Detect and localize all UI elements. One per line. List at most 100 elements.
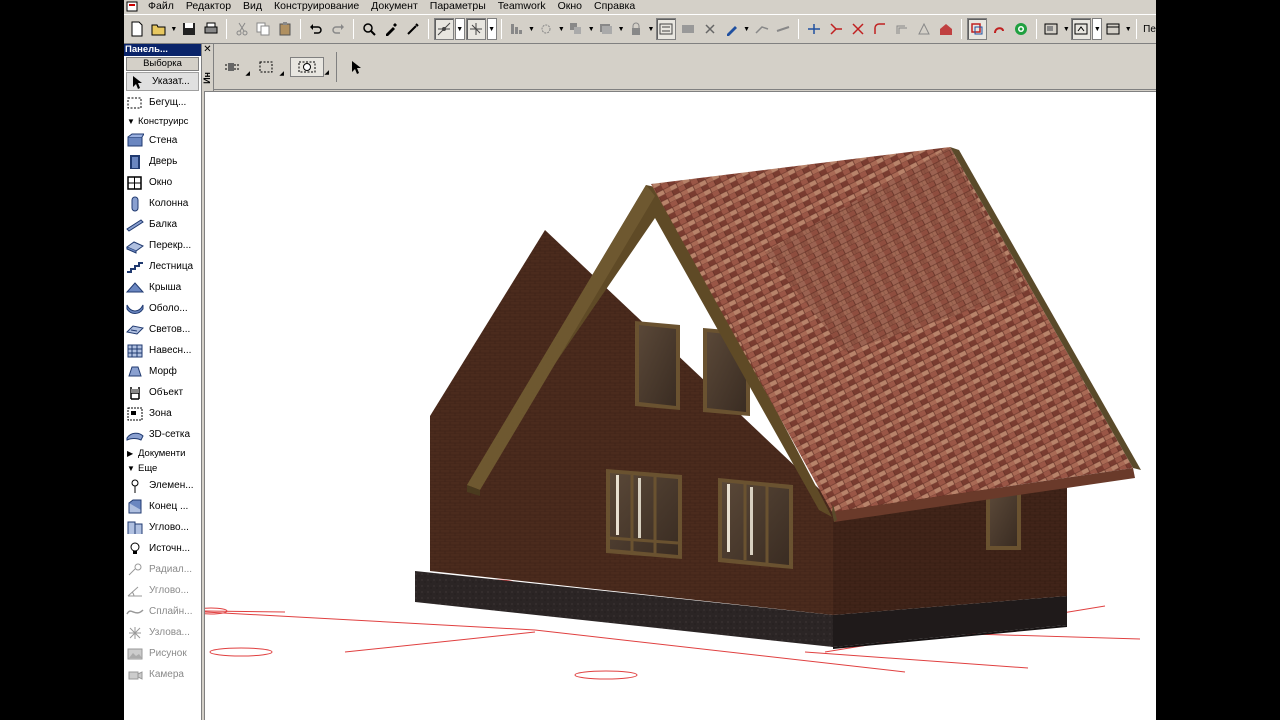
fillet-button[interactable] [870,18,890,40]
explode-button[interactable] [914,18,934,40]
3d-window-dropdown[interactable]: ▼ [1092,18,1103,40]
group-dropdown[interactable]: ▼ [617,18,625,40]
section-design[interactable]: ▼ Конструирс [124,113,201,130]
distribute-button[interactable] [537,18,557,40]
tool-curtain-wall[interactable]: Навесн... [124,340,201,361]
open-file-button[interactable] [149,18,169,40]
tool-radial-dimension[interactable]: Радиал... [124,559,201,580]
gravity-dropdown[interactable]: ▼ [454,18,465,40]
layout-dropdown[interactable]: ▼ [1124,18,1132,40]
tool-stair[interactable]: Лестница [124,256,201,277]
split-button[interactable] [804,18,824,40]
tool-door[interactable]: Дверь [124,151,201,172]
eyedropper-button[interactable] [381,18,401,40]
pen-dropdown[interactable]: ▼ [743,18,751,40]
tool-pointer[interactable]: Указат... [126,72,199,91]
menu-options[interactable]: Параметры [424,0,492,13]
display-order-button[interactable] [566,18,586,40]
record-button[interactable] [1011,18,1031,40]
menu-window[interactable]: Окно [552,0,588,13]
tool-column[interactable]: Колонна [124,193,201,214]
trace-button[interactable] [678,18,698,40]
save-button[interactable] [179,18,199,40]
selection-button[interactable]: Выборка [126,57,199,71]
tool-skylight[interactable]: Светов... [124,319,201,340]
menu-edit[interactable]: Редактор [180,0,237,13]
elevate-button[interactable] [752,18,772,40]
marquee-shape-button[interactable]: ◢ [256,57,284,77]
tool-lamp[interactable]: Источн... [124,538,201,559]
layers-button[interactable] [966,18,987,40]
tool-hotspot[interactable]: Узлова... [124,622,201,643]
stretch-button[interactable] [774,18,794,40]
section-document[interactable]: ▶ Документи [124,445,201,462]
undo-button[interactable] [306,18,326,40]
adjust-button[interactable] [826,18,846,40]
display-order-dropdown[interactable]: ▼ [587,18,595,40]
cut-button[interactable] [232,18,252,40]
view-dropdown[interactable]: ▼ [1062,18,1070,40]
guide-dropdown[interactable]: ▼ [486,18,497,40]
tool-mesh[interactable]: 3D-сетка [124,424,201,445]
tool-window[interactable]: Окно [124,172,201,193]
pen-button[interactable] [722,18,742,40]
new-file-button[interactable] [127,18,147,40]
distribute-dropdown[interactable]: ▼ [557,18,565,40]
tool-marquee[interactable]: Бегущ... [124,92,201,113]
menu-design[interactable]: Конструирование [268,0,365,13]
paste-button[interactable] [275,18,295,40]
tool-corner-window[interactable]: Углово... [124,517,201,538]
tool-spline[interactable]: Сплайн... [124,601,201,622]
section-more[interactable]: ▼ Еще [124,462,201,475]
align-button[interactable] [507,18,527,40]
syringe-button[interactable] [403,18,423,40]
tool-shell[interactable]: Оболо... [124,298,201,319]
menu-help[interactable]: Справка [588,0,641,13]
marquee-icon [127,97,142,108]
intersect-button[interactable] [848,18,868,40]
view-button[interactable] [1042,18,1062,40]
tool-slab[interactable]: Перекр... [124,235,201,256]
close-icon[interactable]: ✕ [202,44,213,56]
copy-button[interactable] [254,18,274,40]
align-dropdown[interactable]: ▼ [528,18,536,40]
3d-viewport[interactable] [204,91,1156,720]
menu-teamwork[interactable]: Teamwork [492,0,552,13]
tool-zone[interactable]: Зона [124,403,201,424]
redo-button[interactable] [328,18,348,40]
find-select-button[interactable] [359,18,379,40]
tool-angle-dimension[interactable]: Углово... [124,580,201,601]
guide-lines-button[interactable] [465,18,486,40]
curtain-button[interactable] [936,18,956,40]
lock-dropdown[interactable]: ▼ [647,18,655,40]
3d-window-button[interactable] [1071,18,1092,40]
lock-button[interactable] [626,18,646,40]
tool-element[interactable]: Элемен... [124,475,201,496]
toolbox-title[interactable]: Панель... [124,44,201,56]
tool-object[interactable]: Объект [124,382,201,403]
print-button[interactable] [201,18,221,40]
folder-icon [151,24,166,36]
tool-wall-end[interactable]: Конец ... [124,496,201,517]
tool-camera[interactable]: Камера [124,664,201,685]
tool-figure[interactable]: Рисунок [124,643,201,664]
tool-morph[interactable]: Морф [124,361,201,382]
group-button[interactable] [596,18,616,40]
menu-view[interactable]: Вид [237,0,268,13]
gravity-button[interactable] [433,18,454,40]
delete-button[interactable] [700,18,720,40]
menu-document[interactable]: Документ [365,0,424,13]
tool-beam[interactable]: Балка [124,214,201,235]
layout-button[interactable] [1103,18,1123,40]
single-selection-button[interactable]: ◢ [222,57,250,77]
pointer-mode-button[interactable] [345,57,367,77]
offset-button[interactable] [892,18,912,40]
toolbar-overflow-label[interactable]: Пе [1143,24,1156,35]
open-dropdown[interactable]: ▼ [170,18,178,40]
tool-wall[interactable]: Стена [124,130,201,151]
tool-roof[interactable]: Крыша [124,277,201,298]
suspend-groups-button[interactable] [656,18,676,40]
renovation-button[interactable] [989,18,1009,40]
marquee-area-button[interactable]: ◢ [290,56,329,77]
menu-file[interactable]: Файл [142,0,180,13]
